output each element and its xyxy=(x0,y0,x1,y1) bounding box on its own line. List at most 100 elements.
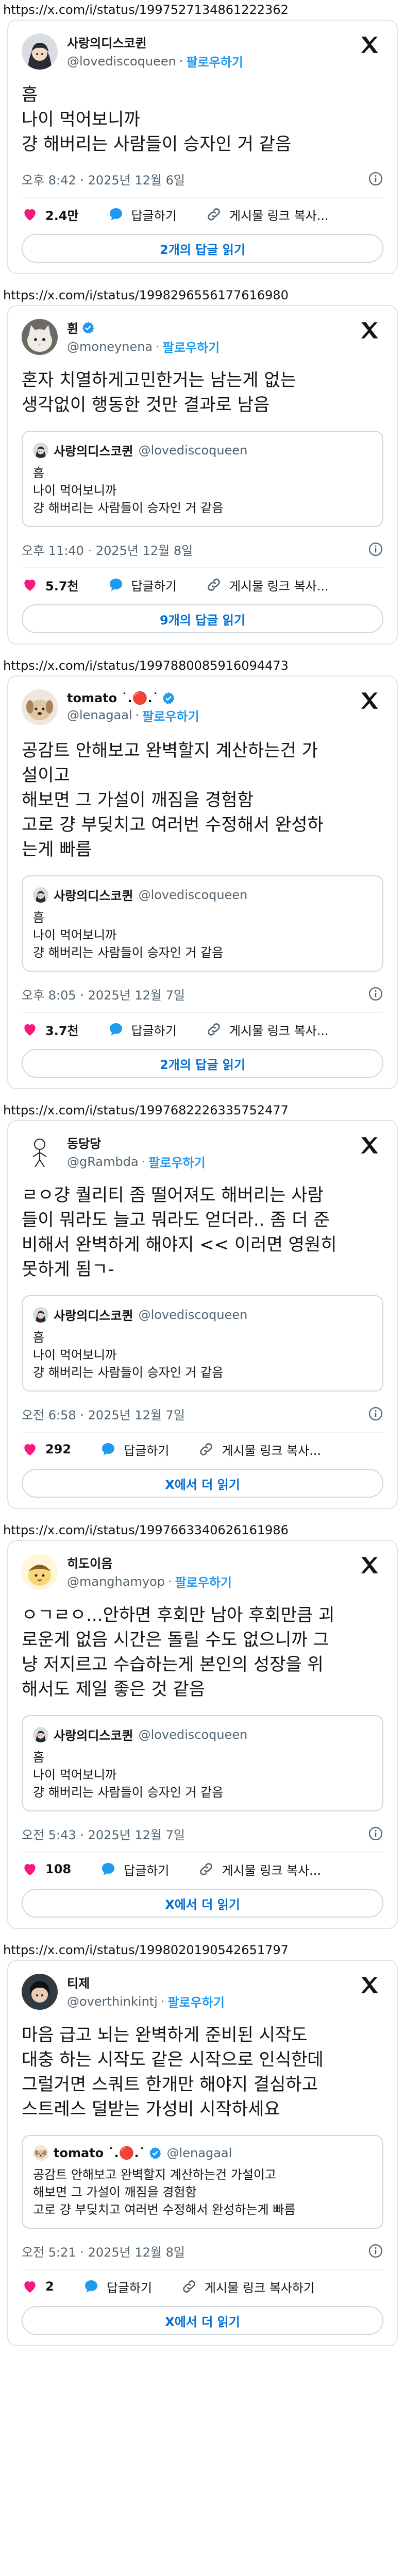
timestamp[interactable]: 오전 5:21 · 2025년 12월 8일 xyxy=(22,2242,185,2260)
read-replies-button[interactable]: 2개의 답글 읽기 xyxy=(22,1049,383,1078)
dark-hair-avatar[interactable] xyxy=(22,1974,58,2010)
follow-button[interactable]: 팔로우하기 xyxy=(168,1992,225,2010)
quoted-anime-girl-avatar xyxy=(33,442,48,458)
author-name[interactable]: 휜 xyxy=(67,318,78,336)
read-replies-button[interactable]: X에서 더 읽기 xyxy=(22,1469,383,1498)
copy-link-button[interactable]: 게시물 링크 복사... xyxy=(198,1860,321,1878)
quoted-text: 흠 나이 먹어보니까 걍 해버리는 사람들이 승자인 거 같음 xyxy=(33,1750,224,1800)
info-icon[interactable] xyxy=(368,541,383,557)
x-logo-icon[interactable] xyxy=(359,1974,380,1996)
reply-button[interactable]: 답글하기 xyxy=(108,1021,177,1039)
timestamp[interactable]: 오후 8:05 · 2025년 12월 7일 xyxy=(22,985,185,1003)
reply-button[interactable]: 답글하기 xyxy=(108,576,177,594)
copy-link-button[interactable]: 게시물 링크 복사... xyxy=(206,206,329,224)
author-name[interactable]: tomato ˙.🔴.˙ xyxy=(67,691,159,705)
copy-link-button[interactable]: 게시물 링크 복사하기 xyxy=(181,2278,315,2296)
info-icon[interactable] xyxy=(368,1826,383,1841)
author-name[interactable]: 히도이음 xyxy=(67,1553,112,1571)
reply-button[interactable]: 답글하기 xyxy=(100,1440,169,1459)
tweet-meta: 오후 8:42 · 2025년 12월 6일 xyxy=(22,170,383,188)
status-url[interactable]: https://x.com/i/status/19978800859160944… xyxy=(3,656,402,675)
tweet-text: 흠 나이 먹어보니까 걍 해버리는 사람들이 승자인 거 같음 xyxy=(22,84,292,155)
timestamp[interactable]: 오전 6:58 · 2025년 12월 7일 xyxy=(22,1405,185,1423)
reply-button[interactable]: 답글하기 xyxy=(100,1860,169,1878)
status-url[interactable]: https://x.com/i/status/19976822263357524… xyxy=(3,1100,402,1120)
copy-link-label: 게시물 링크 복사... xyxy=(229,579,329,594)
dog-avatar[interactable] xyxy=(22,689,58,725)
copy-link-button[interactable]: 게시물 링크 복사... xyxy=(198,1440,321,1459)
copy-link-button[interactable]: 게시물 링크 복사... xyxy=(206,1021,329,1039)
quoted-author-name: 사랑의디스코퀸 xyxy=(54,1728,133,1743)
anime-girl-avatar[interactable] xyxy=(22,33,58,70)
pudding-avatar[interactable] xyxy=(22,1554,58,1590)
link-icon xyxy=(183,2280,195,2293)
quoted-author-name: 사랑의디스코퀸 xyxy=(54,1309,133,1323)
status-url[interactable]: https://x.com/i/status/19976633406261619… xyxy=(3,1520,402,1540)
stick-figure-avatar[interactable] xyxy=(22,1134,58,1170)
quoted-tweet[interactable]: 사랑의디스코퀸 @lovediscoqueen 흠 나이 먹어보니까 걍 해버리는 … xyxy=(22,1295,383,1392)
author-handle[interactable]: @overthinkintj xyxy=(67,1994,158,2009)
status-url[interactable]: https://x.com/i/status/19980201905426517… xyxy=(3,1940,402,1960)
timestamp[interactable]: 오후 8:42 · 2025년 12월 6일 xyxy=(22,170,185,188)
author-handle[interactable]: @lenagaal xyxy=(67,708,132,722)
author-name[interactable]: 동당당 xyxy=(67,1133,101,1151)
like-button[interactable]: 292 xyxy=(22,1441,71,1458)
x-logo-icon[interactable] xyxy=(359,1134,380,1156)
read-replies-button[interactable]: X에서 더 읽기 xyxy=(22,1889,383,1918)
reply-button[interactable]: 답글하기 xyxy=(83,2278,152,2296)
like-button[interactable]: 2 xyxy=(22,2278,54,2295)
info-icon[interactable] xyxy=(368,171,383,187)
quoted-header: 사랑의디스코퀸 @lovediscoqueen xyxy=(33,1306,372,1324)
author-name[interactable]: 티제 xyxy=(67,1973,90,1991)
like-button[interactable]: 108 xyxy=(22,1861,71,1877)
quoted-tweet[interactable]: tomato ˙.🔴.˙ @lenagaal 공감트 안해보고 완벽할지 계산하는건… xyxy=(22,2135,383,2229)
timestamp[interactable]: 오전 5:43 · 2025년 12월 7일 xyxy=(22,1825,185,1843)
author-handle[interactable]: @lovediscoqueen xyxy=(67,54,176,69)
follow-button[interactable]: 팔로우하기 xyxy=(142,706,199,724)
author-handle[interactable]: @moneynena xyxy=(67,340,153,354)
x-logo-icon[interactable] xyxy=(359,690,380,711)
info-icon[interactable] xyxy=(368,1406,383,1421)
status-url[interactable]: https://x.com/i/status/19975271348612223… xyxy=(3,0,402,20)
tweet-header: 티제 @overthinkintj · 팔로우하기 xyxy=(22,1972,383,2011)
author-handle[interactable]: @gRambda xyxy=(67,1155,139,1169)
copy-link-button[interactable]: 게시물 링크 복사... xyxy=(206,576,329,594)
read-replies-button[interactable]: 9개의 답글 읽기 xyxy=(22,604,383,633)
follow-button[interactable]: 팔로우하기 xyxy=(175,1572,232,1590)
reply-button[interactable]: 답글하기 xyxy=(108,206,177,224)
like-button[interactable]: 3.7천 xyxy=(22,1021,79,1039)
copy-link-label: 게시물 링크 복사... xyxy=(229,1023,329,1038)
quoted-anime-girl-avatar xyxy=(33,887,48,903)
quoted-tweet[interactable]: 사랑의디스코퀸 @lovediscoqueen 흠 나이 먹어보니까 걍 해버리는 … xyxy=(22,431,383,527)
like-count: 3.7천 xyxy=(45,1023,79,1038)
x-logo-icon[interactable] xyxy=(359,1554,380,1576)
tweet-meta: 오전 5:43 · 2025년 12월 7일 xyxy=(22,1825,383,1842)
x-logo-icon[interactable] xyxy=(359,34,380,56)
follow-button[interactable]: 팔로우하기 xyxy=(186,52,243,70)
author-info: 티제 @overthinkintj · 팔로우하기 xyxy=(67,1973,225,2010)
separator-dot: · xyxy=(167,1574,172,1589)
info-icon[interactable] xyxy=(368,986,383,1002)
cat-avatar[interactable] xyxy=(22,319,58,355)
like-button[interactable]: 2.4만 xyxy=(22,206,79,224)
info-icon[interactable] xyxy=(368,2243,383,2259)
like-button[interactable]: 5.7천 xyxy=(22,576,79,594)
timestamp[interactable]: 오후 11:40 · 2025년 12월 8일 xyxy=(22,540,193,558)
follow-button[interactable]: 팔로우하기 xyxy=(148,1153,205,1171)
heart-icon xyxy=(24,580,36,591)
author-handle[interactable]: @manghamyop xyxy=(67,1574,165,1589)
author-name-row: 휜 xyxy=(67,318,220,336)
author-name[interactable]: 사랑의디스코퀸 xyxy=(67,33,147,51)
quoted-tweet[interactable]: 사랑의디스코퀸 @lovediscoqueen 흠 나이 먹어보니까 걍 해버리는 … xyxy=(22,1715,383,1811)
read-replies-button[interactable]: 2개의 답글 읽기 xyxy=(22,234,383,263)
follow-button[interactable]: 팔로우하기 xyxy=(163,337,220,355)
quoted-tweet[interactable]: 사랑의디스코퀸 @lovediscoqueen 흠 나이 먹어보니까 걍 해버리는 … xyxy=(22,875,383,972)
author-info: 사랑의디스코퀸 @lovediscoqueen · 팔로우하기 xyxy=(67,33,243,70)
read-replies-button[interactable]: X에서 더 읽기 xyxy=(22,2306,383,2335)
status-url[interactable]: https://x.com/i/status/19982965561776169… xyxy=(3,285,402,305)
quoted-author-handle: @lovediscoqueen xyxy=(138,443,248,457)
x-logo-icon[interactable] xyxy=(359,319,380,341)
